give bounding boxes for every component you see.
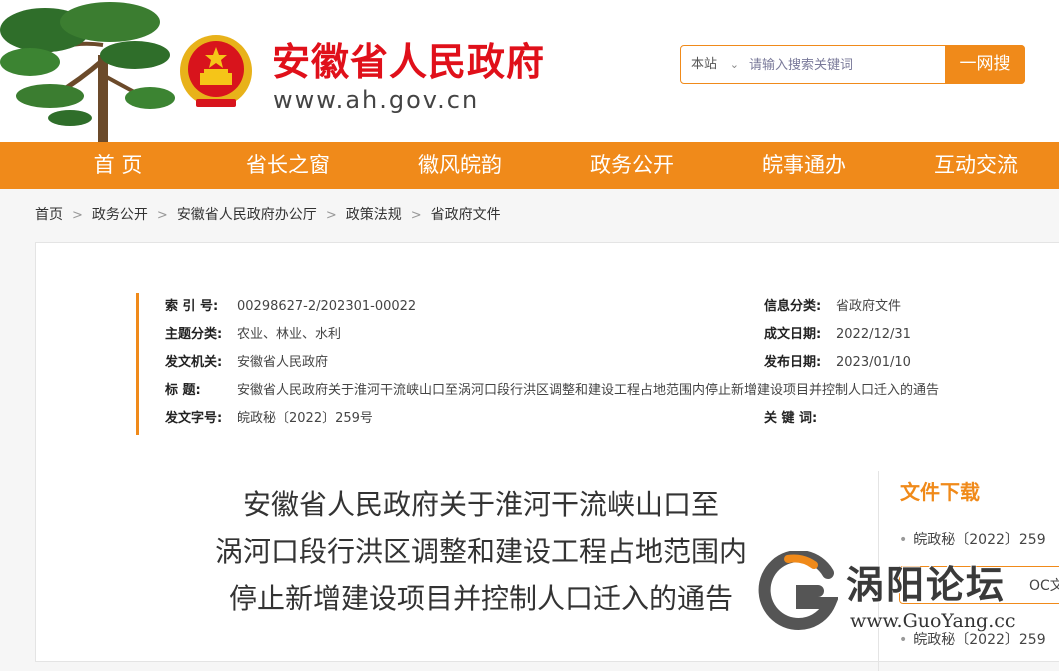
search-scope-select[interactable]: 本站 ⌄: [681, 46, 743, 83]
meta-keywords: 关 键 词:: [764, 411, 818, 426]
document-title-line: 涡河口段行洪区调整和建设工程占地范围内: [214, 535, 747, 568]
site-url: www.ah.gov.cn: [273, 86, 480, 114]
download-heading: 文件下载: [900, 480, 980, 504]
document-title: 安徽省人民政府关于淮河干流峡山口至 涡河口段行洪区调整和建设工程占地范围内 停止…: [156, 481, 806, 622]
site-title: 安徽省人民政府: [272, 40, 546, 84]
breadcrumb: 首页 > 政务公开 > 安徽省人民政府办公厅 > 政策法规 > 省政府文件: [35, 204, 501, 227]
download-link[interactable]: • 皖政秘〔2022〕259: [899, 529, 1046, 549]
document-title-line: 停止新增建设项目并控制人口迁入的通告: [228, 582, 733, 615]
meta-docno: 发文字号: 皖政秘〔2022〕259号: [165, 411, 373, 426]
chevron-down-icon: ⌄: [729, 58, 739, 71]
breadcrumb-docs[interactable]: 省政府文件: [431, 207, 501, 223]
chevron-right-icon: >: [325, 208, 337, 223]
pine-tree-logo: [0, 2, 175, 142]
watermark-url: www.GuoYang.cc: [850, 610, 1016, 632]
nav-item-culture[interactable]: 徽风皖韵: [374, 142, 546, 189]
search-button[interactable]: 一网搜: [945, 45, 1025, 84]
nav-item-home[interactable]: 首 页: [32, 142, 204, 189]
forum-watermark: 涡阳论坛 www.GuoYang.cc: [758, 548, 1059, 643]
breadcrumb-policy[interactable]: 政策法规: [346, 207, 402, 223]
meta-topic: 主题分类: 农业、林业、水利: [165, 327, 342, 342]
meta-published: 发布日期: 2023/01/10: [764, 355, 911, 370]
breadcrumb-gov-affairs[interactable]: 政务公开: [92, 207, 148, 223]
guoyang-logo-icon: [758, 551, 838, 630]
metadata-panel: 索 引 号: 00298627-2/202301-00022 主题分类: 农业、林业…: [136, 293, 1029, 435]
meta-created: 成文日期: 2022/12/31: [764, 327, 911, 342]
watermark-name: 涡阳论坛: [846, 563, 1007, 607]
search-input[interactable]: [747, 50, 947, 81]
nav-item-interaction[interactable]: 互动交流: [890, 142, 1059, 189]
site-header: 安徽省人民政府 www.ah.gov.cn 本站 ⌄ 一网搜: [0, 0, 1059, 142]
breadcrumb-office[interactable]: 安徽省人民政府办公厅: [177, 207, 317, 223]
main-nav: 首 页 省长之窗 徽风皖韵 政务公开 皖事通办 互动交流: [0, 142, 1059, 189]
meta-index: 索 引 号: 00298627-2/202301-00022: [165, 299, 417, 314]
chevron-right-icon: >: [72, 208, 83, 223]
search-scope-label: 本站: [691, 57, 718, 72]
chevron-right-icon: >: [410, 208, 422, 223]
breadcrumb-home[interactable]: 首页: [35, 207, 63, 223]
nav-item-governor[interactable]: 省长之窗: [202, 142, 374, 189]
meta-title: 标 题: 安徽省人民政府关于淮河干流峡山口至涡河口段行洪区调整和建设工程占地范围内…: [165, 383, 940, 398]
meta-issuer: 发文机关: 安徽省人民政府: [165, 355, 329, 370]
meta-category: 信息分类: 省政府文件: [764, 299, 902, 314]
nav-item-services[interactable]: 皖事通办: [718, 142, 890, 189]
document-title-line: 安徽省人民政府关于淮河干流峡山口至: [242, 488, 719, 521]
chevron-right-icon: >: [156, 208, 168, 223]
search-bar: 本站 ⌄ 一网搜: [680, 45, 1025, 84]
bullet-icon: •: [899, 532, 908, 548]
national-emblem-icon: [180, 35, 252, 107]
nav-item-gov-affairs[interactable]: 政务公开: [546, 142, 718, 189]
